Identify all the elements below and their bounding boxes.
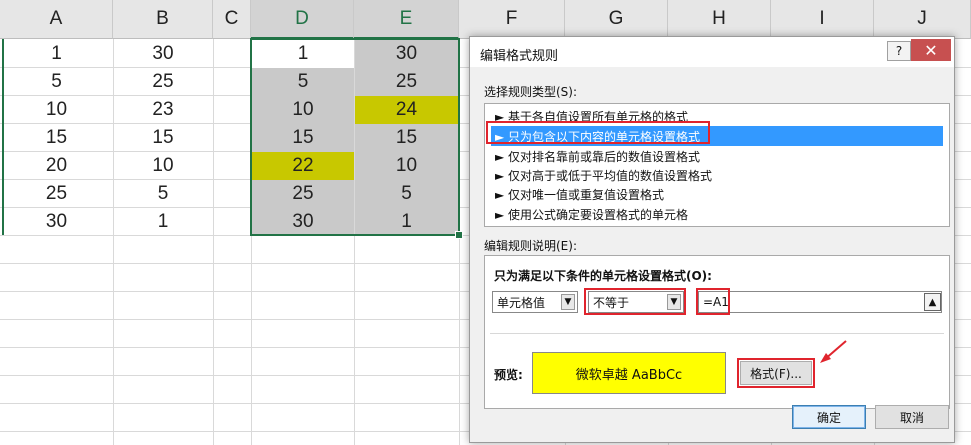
cell-a3[interactable]: 10 [0,96,113,124]
cancel-button[interactable]: 取消 [875,405,949,429]
format-preview: 微软卓越 AaBbCc [532,352,726,394]
cell-value-dropdown[interactable]: 单元格值 ▼ [492,291,578,313]
cell-a6[interactable]: 25 [0,180,113,208]
rule-type-item[interactable]: ► 仅对高于或低于平均值的数值设置格式 [491,165,943,185]
annotation-highlight-operator [584,288,686,315]
gridline [213,39,214,445]
cell-a1[interactable]: 1 [0,40,113,68]
formula-input[interactable]: =A1 [698,291,942,313]
cell-b2[interactable]: 25 [113,68,213,96]
rule-type-label: 选择规则类型(S): [484,85,578,99]
ok-button[interactable]: 确定 [792,405,866,429]
column-header-h[interactable]: H [668,0,771,39]
column-header-c[interactable]: C [213,0,251,39]
cell-b4[interactable]: 15 [113,124,213,152]
cell-b5[interactable]: 10 [113,152,213,180]
column-header-d[interactable]: D [251,0,354,39]
column-header-f[interactable]: F [459,0,565,39]
close-button[interactable]: ✕ [911,39,951,61]
annotation-highlight-format-button [737,358,815,388]
chevron-down-icon[interactable]: ▼ [561,294,575,310]
column-header-a[interactable]: A [0,0,113,39]
cell-value-dropdown-text: 单元格值 [497,295,546,310]
rule-type-item[interactable]: ► 仅对排名靠前或靠后的数值设置格式 [491,146,943,166]
fill-handle[interactable] [455,231,463,239]
cell-a7[interactable]: 30 [0,208,113,236]
cell-b1[interactable]: 30 [113,40,213,68]
collapse-dialog-icon[interactable]: ▲ [924,293,941,311]
cell-b6[interactable]: 5 [113,180,213,208]
divider [490,333,944,334]
rule-description-label: 编辑规则说明(E): [484,239,577,253]
selection-range [250,38,460,236]
column-header-e[interactable]: E [354,0,459,39]
edit-format-rule-dialog: 编辑格式规则 ? ✕ 选择规则类型(S): ► 基于各自值设置所有单元格的格式 … [469,36,955,443]
rule-type-item[interactable]: ► 仅对唯一值或重复值设置格式 [491,184,943,204]
condition-heading: 只为满足以下条件的单元格设置格式(O): [494,269,712,283]
annotation-highlight-formula [696,288,730,315]
column-header-j[interactable]: J [874,0,971,39]
cell-b3[interactable]: 23 [113,96,213,124]
cell-a5[interactable]: 20 [0,152,113,180]
preview-label: 预览: [494,368,523,382]
annotation-highlight-rule [486,121,710,144]
rule-type-item[interactable]: ► 使用公式确定要设置格式的单元格 [491,204,943,224]
cell-a2[interactable]: 5 [0,68,113,96]
dialog-title: 编辑格式规则 [480,49,559,64]
dialog-titlebar[interactable]: 编辑格式规则 ? ✕ [470,37,954,67]
annotation-arrow-icon [820,340,847,363]
cell-b7[interactable]: 1 [113,208,213,236]
column-header-i[interactable]: I [771,0,874,39]
cell-a4[interactable]: 15 [0,124,113,152]
column-header-b[interactable]: B [113,0,213,39]
help-button[interactable]: ? [887,41,911,61]
column-header-g[interactable]: G [565,0,668,39]
